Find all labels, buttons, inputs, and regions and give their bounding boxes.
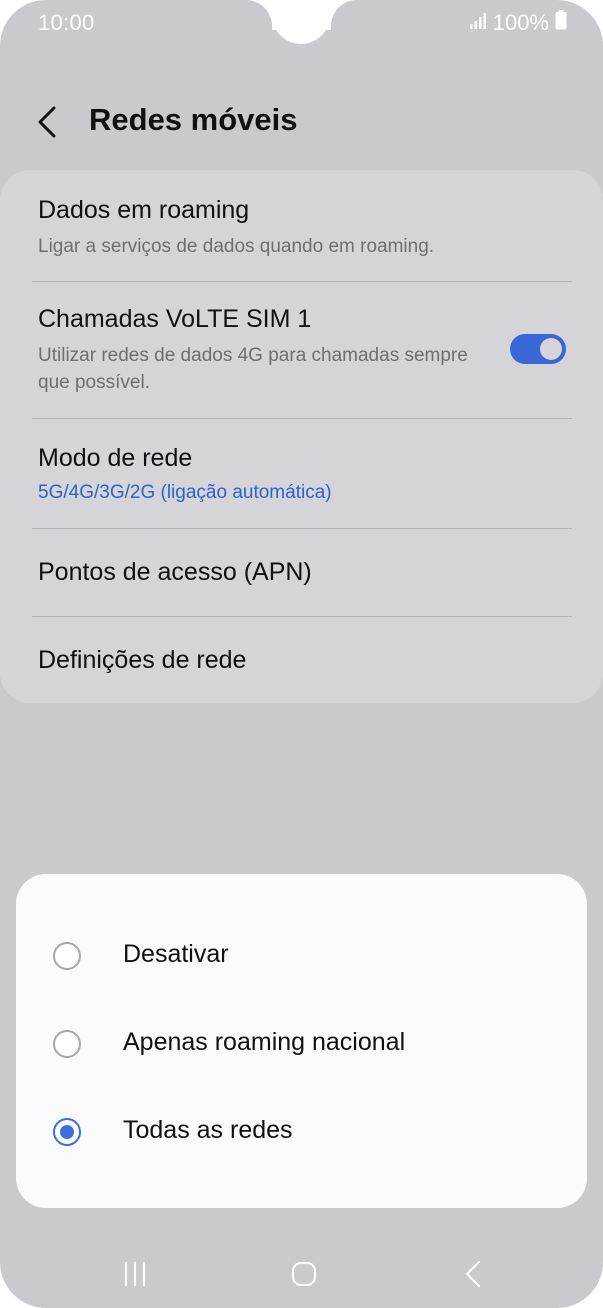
phone-screen: 10:00 100% Redes móveis Dados em roaming… [0, 0, 603, 1308]
divider [32, 281, 572, 282]
back-icon[interactable] [454, 1254, 494, 1294]
radio-dot [60, 1125, 74, 1139]
setting-network-settings-title: Definições de rede [38, 646, 247, 674]
divider [32, 418, 572, 419]
divider [32, 616, 572, 617]
page-title: Redes móveis [89, 102, 298, 137]
radio-button[interactable] [53, 942, 81, 970]
roaming-options-dialog: Desativar Apenas roaming nacional Todas … [16, 874, 587, 1208]
setting-apn[interactable]: Pontos de acesso (APN) [38, 558, 572, 587]
toggle-knob [540, 338, 562, 360]
setting-roaming[interactable]: Dados em roaming Ligar a serviços de dad… [38, 196, 572, 260]
setting-network-mode[interactable]: Modo de rede 5G/4G/3G/2G (ligação automá… [38, 444, 572, 506]
battery-icon [555, 10, 567, 36]
setting-roaming-subtitle: Ligar a serviços de dados quando em roam… [38, 236, 435, 257]
battery-percent: 100% [492, 10, 549, 35]
navigation-bar [0, 1240, 603, 1308]
option-apenas-roaming-nacional[interactable]: Apenas roaming nacional [16, 1004, 587, 1084]
setting-volte-title: Chamadas VoLTE SIM 1 [38, 305, 312, 333]
option-label: Desativar [123, 940, 229, 968]
status-indicators: 100% [469, 10, 567, 36]
setting-apn-title: Pontos de acesso (APN) [38, 558, 312, 586]
setting-roaming-title: Dados em roaming [38, 196, 250, 224]
option-desativar[interactable]: Desativar [16, 916, 587, 996]
setting-network-settings[interactable]: Definições de rede [38, 646, 572, 675]
radio-button[interactable] [53, 1030, 81, 1058]
signal-icon [469, 10, 487, 36]
setting-volte[interactable]: Chamadas VoLTE SIM 1 Utilizar redes de d… [38, 305, 478, 396]
option-label: Todas as redes [123, 1116, 293, 1144]
app-header: Redes móveis [0, 90, 603, 154]
home-icon[interactable] [284, 1254, 324, 1294]
divider [32, 528, 572, 529]
chevron-left-icon[interactable] [28, 102, 68, 142]
radio-button-selected[interactable] [53, 1118, 81, 1146]
status-time: 10:00 [38, 10, 95, 35]
setting-network-mode-value: 5G/4G/3G/2G (ligação automática) [38, 482, 332, 503]
setting-volte-subtitle: Utilizar redes de dados 4G para chamadas… [38, 345, 468, 393]
setting-network-mode-title: Modo de rede [38, 444, 193, 472]
option-todas-as-redes[interactable]: Todas as redes [16, 1092, 587, 1172]
recent-apps-icon[interactable] [115, 1254, 155, 1294]
option-label: Apenas roaming nacional [123, 1028, 406, 1056]
volte-toggle[interactable] [510, 334, 566, 364]
